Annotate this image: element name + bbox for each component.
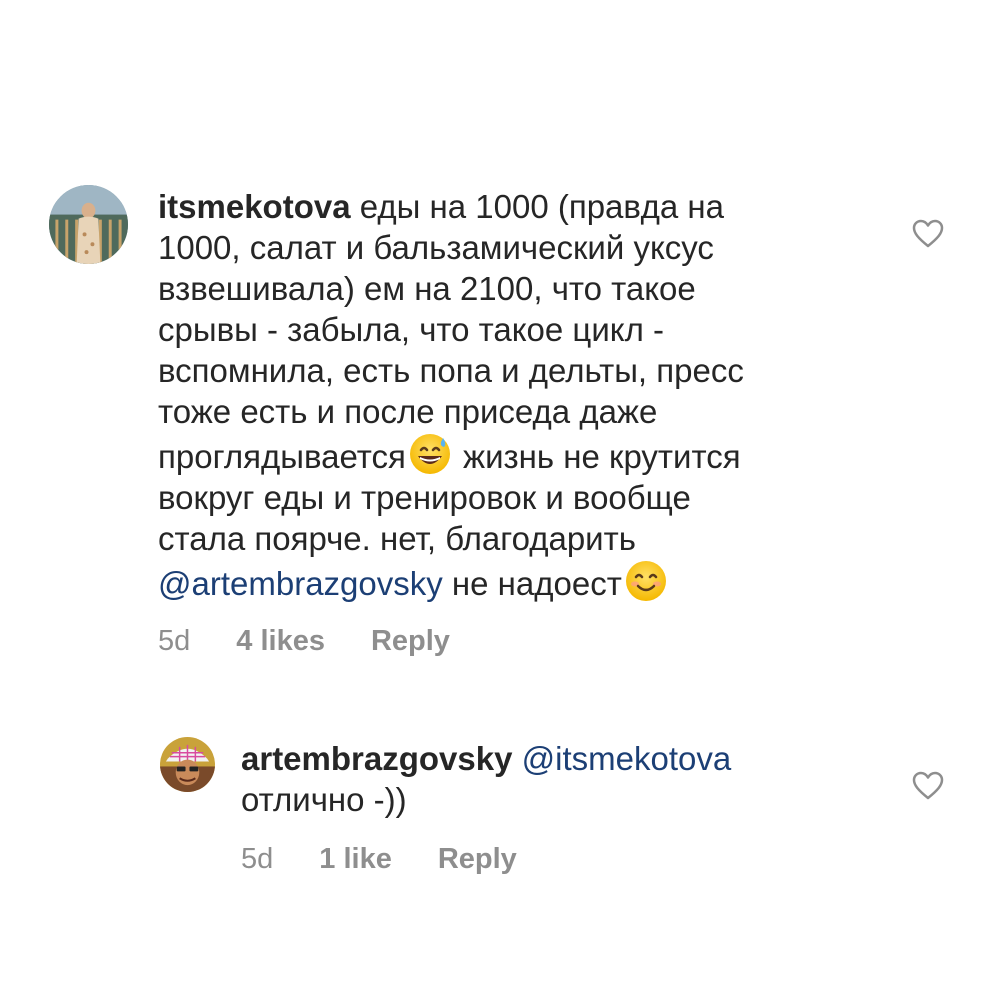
heart-outline-icon[interactable] xyxy=(912,771,944,801)
mention-link[interactable]: @itsmekotova xyxy=(522,740,732,777)
comment-time: 5d xyxy=(158,625,191,657)
comment-text: отлично -)) xyxy=(241,781,407,818)
comment-username[interactable]: artembrazgovsky xyxy=(241,740,512,777)
heart-outline-icon[interactable] xyxy=(912,219,944,249)
smiling-blush-emoji xyxy=(624,559,668,603)
comment-username[interactable]: itsmekotova xyxy=(158,188,351,225)
comment-meta: 5d 1 like Reply xyxy=(241,843,517,876)
avatar-artembrazgovsky[interactable] xyxy=(160,737,215,792)
comment-time: 5d xyxy=(241,843,274,875)
comment-body: itsmekotova еды на 1000 (правда на 1000,… xyxy=(158,186,878,604)
mention-link[interactable]: @artembrazgovsky xyxy=(158,565,443,602)
reply-button[interactable]: Reply xyxy=(371,625,450,658)
comment-text: не надоест xyxy=(442,565,622,602)
comment-meta: 5d 4 likes Reply xyxy=(158,625,450,658)
reply-button[interactable]: Reply xyxy=(438,843,517,876)
comment-body: artembrazgovsky @itsmekotova отлично -)) xyxy=(241,738,881,820)
grinning-sweat-emoji xyxy=(408,432,452,476)
likes-count[interactable]: 1 like xyxy=(319,843,392,876)
avatar-itsmekotova[interactable] xyxy=(49,185,128,264)
likes-count[interactable]: 4 likes xyxy=(236,625,325,658)
